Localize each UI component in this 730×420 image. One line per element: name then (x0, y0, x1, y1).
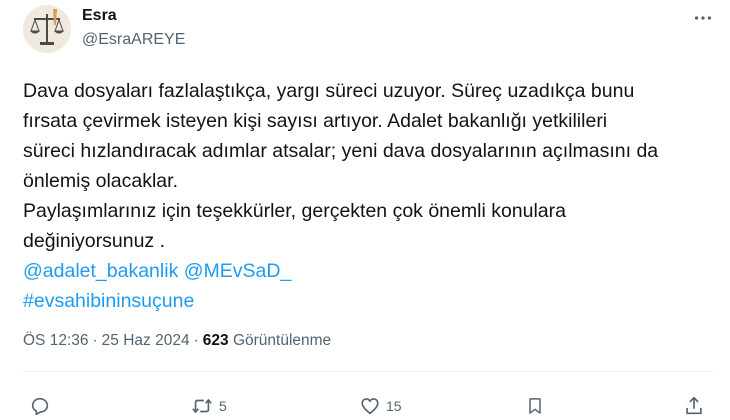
tweet-time[interactable]: ÖS 12:36 (23, 332, 89, 349)
tweet-line: fırsata çevirmek isteyen kişi sayısı art… (23, 110, 608, 132)
scales-of-justice-icon (23, 5, 71, 53)
bookmark-button[interactable] (525, 395, 545, 417)
heart-icon (361, 398, 379, 415)
retweet-icon (192, 398, 212, 414)
tweet-line: önlemiş olacaklar. (23, 170, 178, 192)
share-button[interactable] (683, 395, 705, 417)
mentions-line: @adalet_bakanlik @MEvSaD_ (23, 256, 713, 286)
retweet-button[interactable]: 5 (190, 395, 227, 417)
like-count: 15 (386, 398, 402, 414)
tweet-meta: ÖS 12:36 · 25 Haz 2024 · 623 Görüntülenme (23, 332, 331, 350)
retweet-count: 5 (219, 398, 227, 414)
more-options-button[interactable] (686, 4, 720, 32)
avatar[interactable] (23, 5, 71, 53)
author-handle[interactable]: @EsraAREYE (82, 31, 185, 49)
views-count: 623 (202, 332, 229, 349)
like-button[interactable]: 15 (359, 395, 402, 417)
share-icon (686, 396, 702, 415)
hashtag-link[interactable]: #evsahibininsuçune (23, 290, 194, 312)
mention-link-mevsad[interactable]: @MEvSaD_ (184, 260, 292, 282)
tweet-text: Dava dosyaları fazlalaştıkça, yargı süre… (23, 76, 713, 316)
meta-separator: · (92, 332, 98, 349)
meta-separator: · (193, 332, 199, 349)
reply-button[interactable] (29, 395, 51, 417)
hashtag-line: #evsahibininsuçune (23, 286, 713, 316)
tweet-line: süreci hızlandıracak adımlar atsalar; ye… (23, 140, 659, 162)
views-label: Görüntülenme (232, 332, 332, 349)
tweet-line: Dava dosyaları fazlalaştıkça, yargı süre… (23, 80, 635, 102)
tweet-line: Paylaşımlarınız için teşekkürler, gerçek… (23, 200, 566, 222)
more-horizontal-icon (694, 16, 712, 20)
divider (23, 371, 713, 372)
mention-link-adalet-bakanlik[interactable]: @adalet_bakanlik (23, 260, 178, 282)
author-display-name[interactable]: Esra (82, 7, 117, 25)
reply-icon (31, 397, 49, 416)
tweet-date[interactable]: 25 Haz 2024 (102, 332, 190, 349)
bookmark-icon (529, 398, 541, 414)
tweet-line: değiniyorsunuz . (23, 230, 166, 252)
